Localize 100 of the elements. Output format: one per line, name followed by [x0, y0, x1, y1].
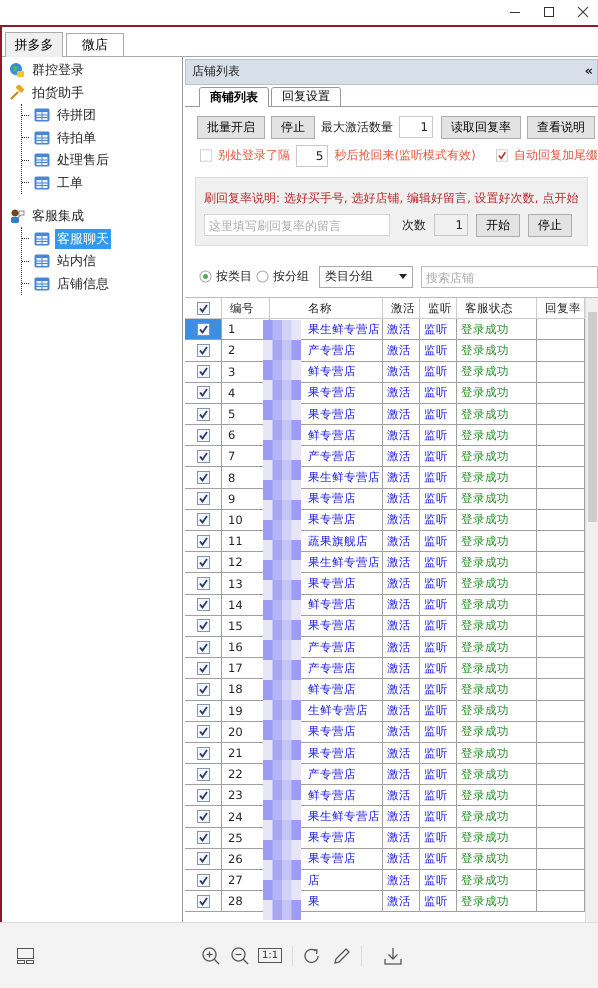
app-tab[interactable]: 拼多多: [5, 32, 63, 57]
activate-link[interactable]: 激活: [383, 785, 420, 806]
tree-item[interactable]: 待拼团: [55, 105, 98, 126]
close-icon[interactable]: [577, 6, 589, 18]
activate-link[interactable]: 激活: [383, 531, 420, 552]
row-selector[interactable]: [185, 382, 222, 404]
batch-start-button[interactable]: 批量开启: [197, 116, 265, 139]
tree-item[interactable]: 工单: [55, 172, 85, 193]
download-icon[interactable]: [384, 946, 402, 965]
listen-link[interactable]: 监听: [420, 446, 457, 468]
column-header[interactable]: 监听: [420, 298, 457, 320]
row-selector[interactable]: [185, 828, 222, 849]
tree-item[interactable]: 客服集成: [30, 206, 86, 226]
checkbox[interactable]: [196, 725, 210, 738]
activate-link[interactable]: 激活: [383, 616, 420, 637]
activate-link[interactable]: 激活: [383, 382, 420, 404]
activate-link[interactable]: 激活: [383, 425, 420, 446]
listen-link[interactable]: 监听: [420, 382, 457, 404]
row-selector[interactable]: [185, 362, 222, 383]
layout-icon[interactable]: [17, 948, 35, 964]
row-selector[interactable]: [185, 531, 222, 552]
checkbox[interactable]: [196, 408, 210, 420]
row-selector[interactable]: [185, 573, 222, 595]
activate-link[interactable]: 激活: [383, 340, 420, 362]
checkbox[interactable]: [196, 598, 210, 612]
checkbox[interactable]: [196, 810, 210, 824]
listen-link[interactable]: 监听: [420, 531, 457, 552]
activate-link[interactable]: 激活: [383, 552, 420, 574]
checkbox[interactable]: [196, 322, 210, 336]
checkbox[interactable]: [196, 534, 210, 548]
max-active-field[interactable]: 1: [399, 116, 433, 138]
checkbox[interactable]: [196, 344, 210, 357]
start-button[interactable]: 开始: [476, 214, 520, 237]
row-selector[interactable]: [185, 636, 222, 658]
listen-link[interactable]: 监听: [420, 362, 457, 383]
row-selector[interactable]: [185, 446, 222, 468]
listen-link[interactable]: 监听: [420, 828, 457, 849]
tree-item[interactable]: 群控登录: [30, 60, 86, 80]
stop-button[interactable]: 停止: [528, 214, 572, 237]
listen-link[interactable]: 监听: [420, 658, 457, 680]
row-selector[interactable]: [185, 319, 222, 340]
activate-link[interactable]: 激活: [383, 806, 420, 828]
listen-link[interactable]: 监听: [420, 510, 457, 532]
checkbox[interactable]: [196, 471, 210, 484]
checkbox[interactable]: [196, 640, 210, 654]
activate-link[interactable]: 激活: [383, 467, 420, 489]
activate-link[interactable]: 激活: [383, 362, 420, 383]
activate-link[interactable]: 激活: [383, 510, 420, 532]
row-selector[interactable]: [185, 340, 222, 362]
app-tab[interactable]: 微店: [66, 32, 124, 56]
pencil-icon[interactable]: [333, 946, 352, 965]
count-field[interactable]: 1: [434, 214, 468, 236]
radio-button[interactable]: [256, 270, 269, 284]
checkbox[interactable]: [196, 577, 210, 590]
row-selector[interactable]: [185, 764, 222, 786]
checkbox[interactable]: [196, 768, 210, 781]
listen-link[interactable]: 监听: [420, 488, 457, 510]
zoom-in-icon[interactable]: [202, 946, 220, 965]
read-rate-button[interactable]: 读取回复率: [441, 116, 521, 139]
listen-link[interactable]: 监听: [420, 616, 457, 637]
checkbox[interactable]: [196, 450, 210, 463]
listen-link[interactable]: 监听: [420, 319, 457, 340]
activate-link[interactable]: 激活: [383, 700, 420, 722]
row-selector[interactable]: [185, 742, 222, 764]
listen-link[interactable]: 监听: [420, 552, 457, 574]
column-header[interactable]: 激活: [383, 298, 420, 320]
group-dropdown[interactable]: 类目分组: [319, 266, 413, 288]
row-selector[interactable]: [185, 404, 222, 426]
checkbox[interactable]: [196, 831, 210, 844]
activate-link[interactable]: 激活: [383, 870, 420, 892]
checkbox[interactable]: [200, 149, 212, 162]
checkbox[interactable]: [196, 788, 210, 802]
activate-link[interactable]: 激活: [383, 742, 420, 764]
activate-link[interactable]: 激活: [383, 764, 420, 786]
activate-link[interactable]: 激活: [383, 319, 420, 340]
row-selector[interactable]: [185, 679, 222, 701]
row-selector[interactable]: [185, 488, 222, 510]
row-selector[interactable]: [185, 806, 222, 828]
listen-link[interactable]: 监听: [420, 870, 457, 892]
seconds-field[interactable]: 5: [296, 144, 328, 167]
maximize-icon[interactable]: [543, 6, 555, 18]
listen-link[interactable]: 监听: [420, 891, 457, 912]
activate-link[interactable]: 激活: [383, 658, 420, 680]
listen-link[interactable]: 监听: [420, 404, 457, 426]
zoom-out-icon[interactable]: [231, 946, 249, 965]
activate-link[interactable]: 激活: [383, 404, 420, 426]
listen-link[interactable]: 监听: [420, 785, 457, 806]
tree-item[interactable]: 站内信: [55, 251, 98, 272]
tree-item[interactable]: 拍货助手: [30, 82, 86, 103]
activate-link[interactable]: 激活: [383, 573, 420, 595]
listen-link[interactable]: 监听: [420, 679, 457, 701]
row-selector[interactable]: [185, 425, 222, 446]
checkbox[interactable]: [196, 662, 210, 675]
checkbox[interactable]: [496, 149, 508, 162]
tree-item[interactable]: 店铺信息: [55, 274, 111, 294]
tree-item[interactable]: 待拍单: [55, 128, 98, 148]
activate-link[interactable]: 激活: [383, 679, 420, 701]
listen-link[interactable]: 监听: [420, 764, 457, 786]
column-header[interactable]: 编号: [222, 298, 270, 320]
column-header[interactable]: 客服状态: [457, 298, 537, 320]
